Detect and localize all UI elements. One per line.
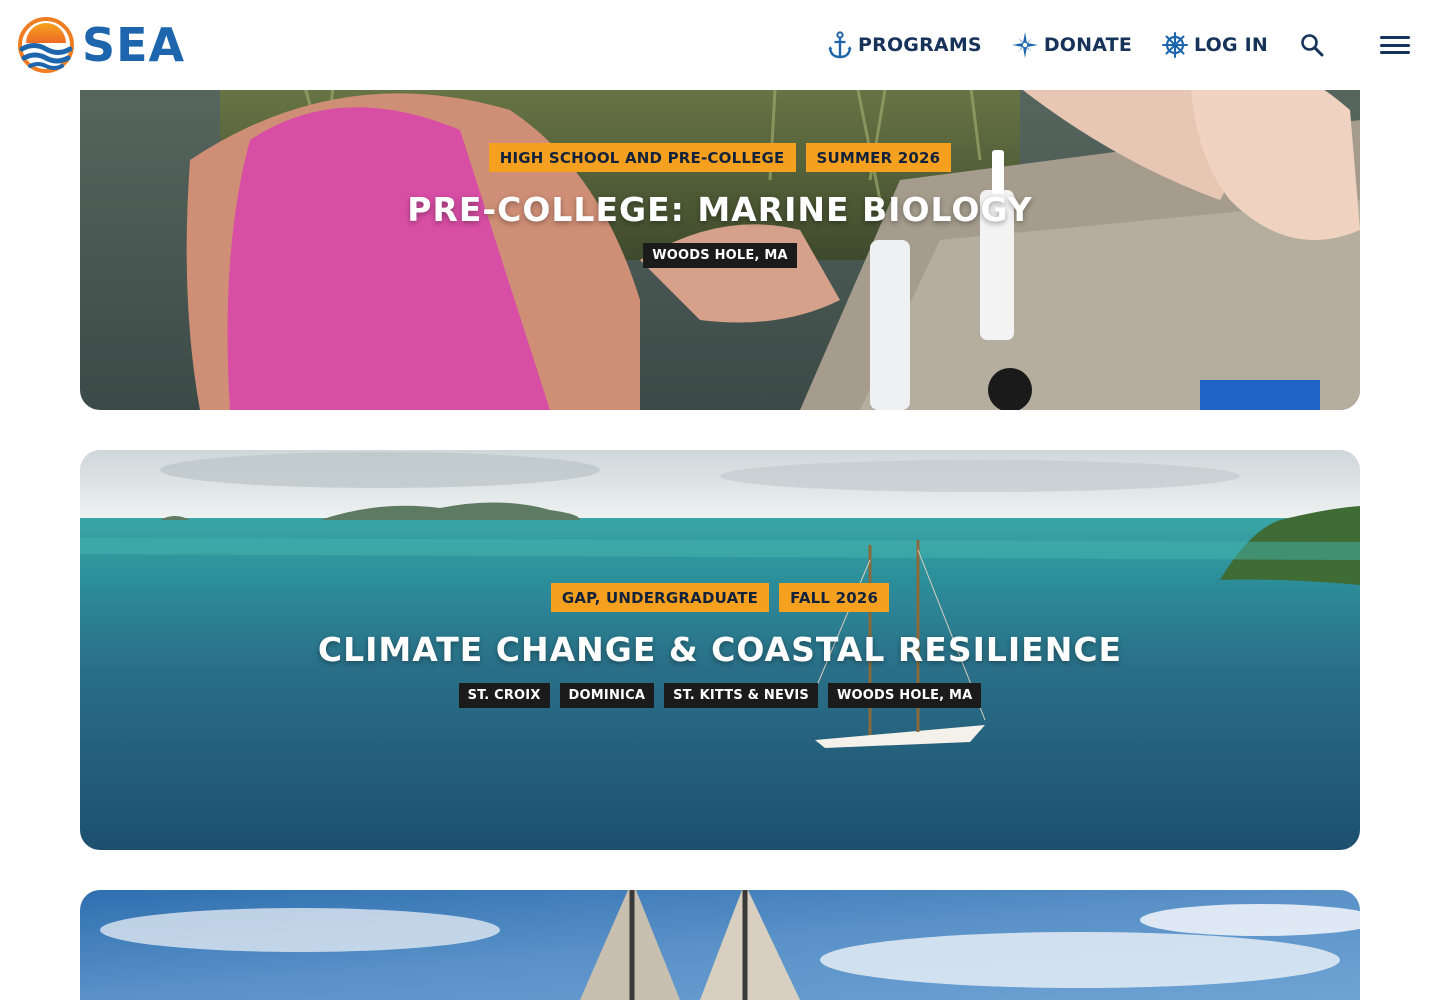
location-tag: DOMINICA (559, 683, 655, 708)
anchor-icon (828, 31, 852, 59)
compass-star-icon (1011, 32, 1038, 58)
program-card-sailing-partial[interactable] (80, 890, 1360, 1000)
program-title[interactable]: PRE-COLLEGE: MARINE BIOLOGY (407, 190, 1032, 230)
nav-item-log-in[interactable]: LOG IN (1162, 32, 1268, 58)
nav-item-label: LOG IN (1194, 34, 1268, 56)
location-tag: WOODS HOLE, MA (827, 683, 982, 708)
search-icon[interactable] (1300, 33, 1324, 57)
main-nav: PROGRAMS DONATE LOG IN (828, 0, 1410, 90)
sea-logo-mark-icon (18, 17, 74, 73)
location-tag: WOODS HOLE, MA (643, 243, 797, 268)
card-content: HIGH SCHOOL AND PRE-COLLEGE SUMMER 2026 … (80, 143, 1360, 268)
location-tag-group: ST. CROIX DOMINICA ST. KITTS & NEVIS WOO… (458, 683, 982, 708)
sea-logo[interactable]: SEA (18, 17, 185, 73)
card-content: GAP, UNDERGRADUATE FALL 2026 CLIMATE CHA… (80, 583, 1360, 708)
location-tag-group: WOODS HOLE, MA (643, 243, 797, 268)
program-title[interactable]: CLIMATE CHANGE & COASTAL RESILIENCE (318, 630, 1122, 670)
program-card-climate-change[interactable]: GAP, UNDERGRADUATE FALL 2026 CLIMATE CHA… (80, 450, 1360, 850)
nav-item-label: PROGRAMS (857, 34, 982, 56)
location-tag: ST. CROIX (458, 683, 550, 708)
hamburger-menu-icon[interactable] (1380, 34, 1410, 56)
tag-group: HIGH SCHOOL AND PRE-COLLEGE SUMMER 2026 (488, 143, 952, 172)
ship-wheel-icon (1162, 32, 1189, 58)
nav-item-donate[interactable]: DONATE (1011, 32, 1133, 58)
logo-wordmark: SEA (82, 18, 186, 72)
location-tag: ST. KITTS & NEVIS (664, 683, 818, 708)
nav-item-programs[interactable]: PROGRAMS (828, 31, 982, 59)
tag-group: GAP, UNDERGRADUATE FALL 2026 (550, 583, 890, 612)
term-tag: SUMMER 2026 (805, 143, 952, 172)
term-tag: FALL 2026 (779, 583, 890, 612)
program-type-tag: GAP, UNDERGRADUATE (550, 583, 770, 612)
nav-item-label: DONATE (1043, 34, 1133, 56)
program-type-tag: HIGH SCHOOL AND PRE-COLLEGE (488, 143, 796, 172)
card-photo-sails-and-sky (80, 890, 1360, 1000)
site-header: SEA PROGRAMS DONATE LOG IN (0, 0, 1440, 90)
